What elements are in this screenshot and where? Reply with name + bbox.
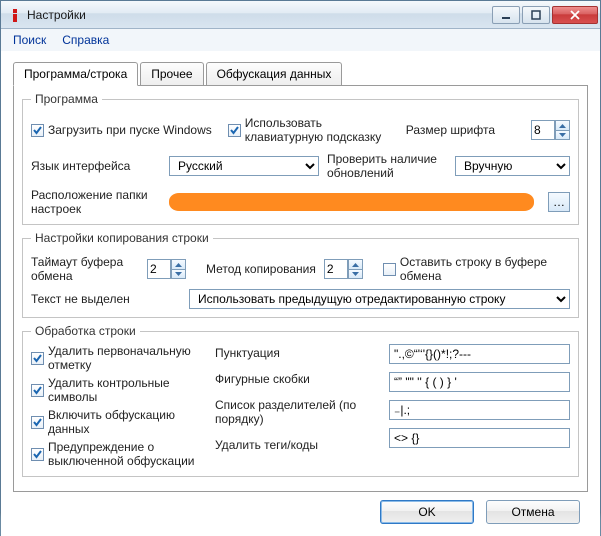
font-size-input[interactable] [531,120,555,140]
ellipsis-icon: … [553,195,565,209]
group-processing: Обработка строки Удалить первоначальную … [22,324,579,477]
braces-input[interactable] [389,372,570,392]
sep-input[interactable] [389,400,570,420]
spin-up-icon[interactable] [555,120,570,130]
method-label: Метод копирования [206,262,316,276]
chk-warn-obf-label: Предупреждение о выключенной обфускации [48,440,201,468]
app-icon [7,7,23,23]
tags-input[interactable] [389,428,570,448]
updates-label: Проверить наличие обновлений [327,152,447,180]
tab-body: Программа Загрузить при пуске Windows Ис… [13,85,588,492]
chk-warn-obf[interactable]: Предупреждение о выключенной обфускации [31,440,201,468]
spin-down-icon[interactable] [348,269,363,279]
braces-label: Фигурные скобки [215,372,375,386]
checkbox-icon [383,263,396,276]
group-copy-legend: Настройки копирования строки [31,231,213,245]
nosel-label: Текст не выделен [31,292,181,306]
group-program: Программа Загрузить при пуске Windows Ис… [22,92,579,225]
checkbox-icon [228,124,241,137]
chk-remove-ctrl[interactable]: Удалить контрольные символы [31,376,201,404]
cancel-button[interactable]: Отмена [486,500,580,524]
settings-window: Настройки Поиск Справка Программа/строка… [0,0,601,512]
chk-enable-obf[interactable]: Включить обфускацию данных [31,408,201,436]
spin-up-icon[interactable] [171,259,186,269]
dialog-buttons: OK Отмена [13,492,588,526]
chk-enable-obf-label: Включить обфускацию данных [48,408,201,436]
maximize-button[interactable] [522,6,550,24]
cancel-label: Отмена [511,505,554,519]
menu-help[interactable]: Справка [56,31,115,49]
punct-input[interactable] [389,344,570,364]
client-area: Программа/строка Прочее Обфускация данны… [1,51,600,536]
folder-path-redacted [169,193,534,211]
checkbox-icon [31,448,44,461]
timeout-input[interactable] [147,259,171,279]
punct-label: Пунктуация [215,346,375,360]
tab-program[interactable]: Программа/строка [13,62,138,86]
chk-remove-ctrl-label: Удалить контрольные символы [48,376,201,404]
titlebar[interactable]: Настройки [1,1,600,29]
ok-label: OK [418,505,435,519]
sep-label: Список разделителей (по порядку) [215,398,375,426]
chk-leave-label: Оставить строку в буфере обмена [400,255,570,283]
tab-control: Программа/строка Прочее Обфускация данны… [13,61,588,492]
font-size-label: Размер шрифта [406,123,523,137]
method-spinner[interactable] [324,259,363,279]
nosel-select[interactable]: Использовать предыдущую отредактированну… [189,289,570,309]
tab-obfuscation[interactable]: Обфускация данных [206,62,343,85]
checkbox-icon [31,384,44,397]
menu-search[interactable]: Поиск [7,31,52,49]
tags-label: Удалить теги/коды [215,438,375,452]
chk-leave-clipboard[interactable]: Оставить строку в буфере обмена [383,255,570,283]
chk-kb-label: Использовать клавиатурную подсказку [245,116,398,144]
ok-button[interactable]: OK [380,500,474,524]
tab-other[interactable]: Прочее [140,62,203,85]
spin-down-icon[interactable] [171,269,186,279]
chk-load-on-startup[interactable]: Загрузить при пуске Windows [31,123,212,137]
minimize-button[interactable] [492,6,520,24]
browse-button[interactable]: … [548,192,570,212]
spin-down-icon[interactable] [555,130,570,140]
group-processing-legend: Обработка строки [31,324,140,338]
chk-kb-tooltip[interactable]: Использовать клавиатурную подсказку [228,116,398,144]
chk-load-label: Загрузить при пуске Windows [48,123,212,137]
font-size-spinner[interactable] [531,120,570,140]
timeout-label: Таймаут буфера обмена [31,255,139,283]
updates-select[interactable]: Вручную [455,156,570,176]
group-program-legend: Программа [31,92,102,106]
checkbox-icon [31,124,44,137]
window-title: Настройки [27,8,492,22]
menubar: Поиск Справка [1,29,600,51]
timeout-spinner[interactable] [147,259,186,279]
lang-select[interactable]: Русский [169,156,319,176]
spin-up-icon[interactable] [348,259,363,269]
lang-label: Язык интерфейса [31,159,161,173]
group-copy: Настройки копирования строки Таймаут буф… [22,231,579,318]
close-button[interactable] [552,6,598,24]
folder-label: Расположение папки настроек [31,188,161,216]
checkbox-icon [31,416,44,429]
chk-remove-init-label: Удалить первоначальную отметку [48,344,201,372]
method-input[interactable] [324,259,348,279]
checkbox-icon [31,352,44,365]
window-controls [492,6,598,24]
chk-remove-init-mark[interactable]: Удалить первоначальную отметку [31,344,201,372]
